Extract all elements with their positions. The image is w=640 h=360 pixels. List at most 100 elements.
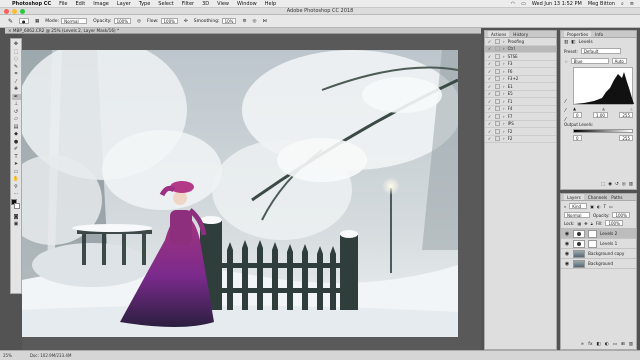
expand-arrow-icon[interactable]: ›: [503, 61, 505, 66]
menu-layer[interactable]: Layer: [117, 1, 131, 7]
action-check-icon[interactable]: ✓: [487, 106, 492, 111]
zoom-window-button[interactable]: [20, 9, 25, 14]
background-color-swatch[interactable]: [14, 202, 20, 209]
user-name[interactable]: Meg Bitton: [588, 1, 615, 7]
pen-icon[interactable]: ✐: [12, 146, 21, 153]
action-item[interactable]: ✓ › F3: [485, 61, 556, 68]
action-item[interactable]: ✓ › E5: [485, 91, 556, 98]
minimize-window-button[interactable]: [12, 9, 17, 14]
pressure-size-icon[interactable]: ◎: [253, 19, 257, 24]
symmetry-icon[interactable]: ⋈: [262, 19, 267, 24]
menu-filter[interactable]: Filter: [182, 1, 194, 7]
hand-target-icon[interactable]: ☜: [564, 59, 568, 64]
expand-arrow-icon[interactable]: ›: [503, 69, 505, 74]
dodge-icon[interactable]: ●: [12, 139, 21, 146]
clock[interactable]: Wed Jun 13 1:52 PM: [532, 1, 582, 7]
menu-type[interactable]: Type: [139, 1, 150, 7]
type-icon[interactable]: T: [12, 154, 21, 161]
action-check-icon[interactable]: ✓: [487, 61, 492, 66]
action-item[interactable]: ✓ › F2: [485, 136, 556, 143]
add-mask-icon[interactable]: ◧: [596, 342, 600, 347]
action-dialog-toggle[interactable]: [495, 98, 500, 104]
brush-size-picker[interactable]: ●: [19, 18, 30, 24]
action-item[interactable]: ✓ › F6: [485, 68, 556, 76]
auto-button[interactable]: Auto: [611, 58, 627, 64]
white-slider-icon[interactable]: ▲: [630, 106, 633, 111]
brush-settings-icon[interactable]: ▦: [35, 19, 39, 24]
action-item[interactable]: ✓ › Proofing: [485, 38, 556, 46]
eye-icon[interactable]: ◉: [564, 241, 570, 247]
menu-image[interactable]: Image: [93, 1, 109, 7]
pressure-opacity-icon[interactable]: ◎: [137, 19, 141, 24]
tab-info[interactable]: Info: [595, 31, 603, 37]
tab-actions[interactable]: Actions: [488, 31, 510, 37]
gray-slider-icon[interactable]: ▲: [602, 106, 605, 111]
layer-opacity-field[interactable]: 100%: [612, 212, 630, 218]
brush-icon[interactable]: ✒: [11, 93, 21, 100]
action-item[interactable]: ✓ › F7: [485, 113, 556, 121]
opacity-field[interactable]: 100%: [113, 18, 132, 24]
visibility-icon[interactable]: ◎: [622, 182, 626, 187]
action-dialog-toggle[interactable]: [495, 83, 500, 89]
black-slider-icon[interactable]: ▲: [573, 106, 576, 111]
healing-icon[interactable]: ✚: [12, 86, 21, 93]
menu-list-icon[interactable]: ≡: [630, 1, 634, 7]
eye-icon[interactable]: ◉: [564, 251, 570, 257]
menu-help[interactable]: Help: [265, 1, 276, 7]
zoom-icon[interactable]: ⚲: [12, 184, 21, 191]
tab-properties[interactable]: Properties: [564, 31, 592, 37]
output-black-field[interactable]: 0: [573, 135, 582, 141]
quick-select-icon[interactable]: ✎: [12, 64, 21, 71]
layer-style-icon[interactable]: fx: [588, 342, 592, 347]
action-check-icon[interactable]: ✓: [487, 84, 492, 89]
expand-arrow-icon[interactable]: ›: [503, 46, 505, 51]
adjustment-layer-icon[interactable]: ◐: [605, 342, 609, 347]
eraser-icon[interactable]: ▱: [12, 116, 21, 123]
lock-position-icon[interactable]: ✥: [584, 221, 587, 226]
layer-name[interactable]: Levels 2: [600, 231, 617, 236]
fill-field[interactable]: 100%: [605, 220, 623, 226]
expand-arrow-icon[interactable]: ›: [503, 91, 505, 96]
action-dialog-toggle[interactable]: [495, 113, 500, 119]
airbrush-icon[interactable]: ✣: [184, 19, 188, 24]
menu-edit[interactable]: Edit: [76, 1, 86, 7]
action-dialog-toggle[interactable]: [495, 136, 500, 142]
menu-3d[interactable]: 3D: [202, 1, 209, 7]
expand-arrow-icon[interactable]: ›: [503, 99, 505, 104]
expand-arrow-icon[interactable]: ›: [503, 114, 505, 119]
action-item[interactable]: ✓ › F4: [485, 106, 556, 113]
input-white-field[interactable]: 255: [619, 112, 633, 118]
action-dialog-toggle[interactable]: [495, 121, 500, 127]
move-icon[interactable]: ✥: [12, 41, 21, 48]
action-item[interactable]: ✓ › STSE: [485, 53, 556, 61]
reset-icon[interactable]: ↺: [615, 182, 619, 187]
action-check-icon[interactable]: ✓: [487, 91, 492, 96]
action-dialog-toggle[interactable]: [495, 46, 500, 52]
blur-icon[interactable]: ◆: [12, 131, 21, 138]
layer-row[interactable]: ◉ Levels 2: [561, 229, 636, 239]
tab-paths[interactable]: Paths: [611, 194, 622, 200]
action-dialog-toggle[interactable]: [495, 38, 500, 44]
tab-history[interactable]: History: [513, 31, 528, 37]
blend-mode-select[interactable]: Normal: [564, 212, 590, 218]
filter-shape-icon[interactable]: ▭: [609, 204, 613, 209]
action-check-icon[interactable]: ✓: [487, 121, 492, 126]
lock-pixels-icon[interactable]: ▦: [577, 221, 581, 226]
action-check-icon[interactable]: ✓: [487, 69, 492, 74]
filter-type-icon[interactable]: T: [604, 204, 606, 209]
screen-mode-icon[interactable]: ▣: [12, 221, 21, 228]
view-previous-icon[interactable]: ◉: [608, 182, 612, 187]
gradient-icon[interactable]: ▤: [12, 124, 21, 131]
input-sliders[interactable]: ▲ ▲ ▲: [573, 106, 633, 111]
mask-icon[interactable]: ◧: [571, 40, 575, 45]
smoothing-field[interactable]: 10%: [221, 18, 237, 24]
eye-icon[interactable]: ◉: [564, 261, 570, 267]
app-name-menu[interactable]: Photoshop CC: [12, 1, 51, 7]
adjustment-thumbnail[interactable]: [573, 229, 585, 238]
expand-arrow-icon[interactable]: ›: [503, 54, 505, 59]
output-white-field[interactable]: 255: [619, 135, 633, 141]
action-dialog-toggle[interactable]: [495, 53, 500, 59]
action-dialog-toggle[interactable]: [495, 91, 500, 97]
action-check-icon[interactable]: ✓: [487, 76, 492, 81]
menu-select[interactable]: Select: [158, 1, 173, 7]
